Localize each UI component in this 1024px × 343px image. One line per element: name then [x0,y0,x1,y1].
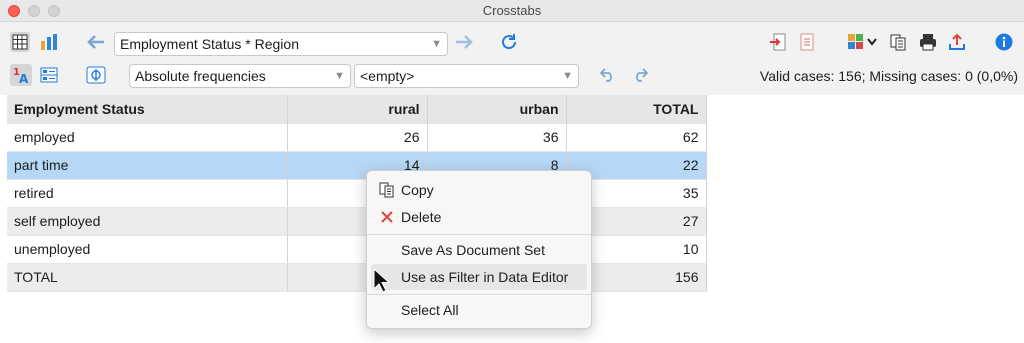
header-urban[interactable]: urban [427,95,567,124]
menu-item-delete[interactable]: Delete [371,204,587,230]
copy-table-icon[interactable] [888,32,908,52]
table-header-row: Employment Status rural urban TOTAL [7,95,707,124]
table-view-icon[interactable] [10,32,30,52]
row-label: retired [7,179,288,208]
refresh-icon[interactable] [498,31,520,53]
svg-text:A: A [19,72,29,85]
menu-item-label: Use as Filter in Data Editor [401,269,569,285]
menu-item-select-all[interactable]: Select All [371,297,587,323]
row-label: unemployed [7,235,288,264]
menu-item-copy[interactable]: Copy [371,177,587,203]
filter-dropdown[interactable]: <empty> ▼ [354,64,579,88]
table-selector-value: Employment Status * Region [120,36,299,52]
header-rural[interactable]: rural [287,95,428,124]
header-employment-status[interactable]: Employment Status [7,95,288,124]
sort-label-icon[interactable]: 1A [10,64,32,86]
case-count-status: Valid cases: 156; Missing cases: 0 (0,0%… [759,68,1018,84]
chevron-down-icon: ▼ [431,38,442,50]
table-selector-dropdown[interactable]: Employment Status * Region ▼ [114,32,448,56]
row-label: part time [7,151,288,180]
apps-dropdown-icon[interactable] [847,32,881,52]
cell-urban[interactable]: 36 [427,123,567,152]
cell-total[interactable]: 62 [566,123,707,152]
table-total-row[interactable]: TOTAL 156 [7,263,707,292]
table-row-selected[interactable]: part time 14 8 22 [7,151,707,180]
menu-separator [367,234,591,235]
table-row[interactable]: self employed 27 [7,207,707,236]
import-icon[interactable] [768,32,788,52]
toolbar: Employment Status * Region ▼ 1A Absolute… [0,22,1024,95]
export-upload-icon[interactable] [947,32,967,52]
menu-item-save-as-document-set[interactable]: Save As Document Set [371,237,587,263]
table-row[interactable]: employed 26 36 62 [7,123,707,152]
cell-rural[interactable]: 26 [287,123,428,152]
row-label: employed [7,123,288,152]
menu-item-label: Delete [401,209,442,225]
copy-icon [379,182,395,198]
window-title: Crosstabs [482,3,542,18]
info-icon[interactable] [994,32,1014,52]
chevron-down-icon: ▼ [562,70,573,82]
menu-item-label: Select All [401,302,459,318]
crosstab-table: Employment Status rural urban TOTAL empl… [7,95,707,292]
filter-value: <empty> [360,68,415,84]
statistics-phi-icon[interactable] [85,65,107,85]
chevron-down-icon: ▼ [334,70,345,82]
menu-separator [367,294,591,295]
header-total[interactable]: TOTAL [566,95,707,124]
back-arrow-icon[interactable] [86,33,106,51]
table-row[interactable]: unemployed 10 [7,235,707,264]
layout-options-icon[interactable] [39,65,59,85]
table-row[interactable]: retired 35 [7,179,707,208]
row-label: self employed [7,207,288,236]
redo-icon[interactable] [631,66,649,84]
menu-item-use-as-filter[interactable]: Use as Filter in Data Editor [371,264,587,290]
menu-item-label: Save As Document Set [401,242,545,258]
row-label: TOTAL [7,263,288,292]
delete-x-icon [379,209,395,225]
forward-arrow-icon[interactable] [453,33,475,51]
export-document-icon[interactable] [797,32,817,52]
frequency-type-dropdown[interactable]: Absolute frequencies ▼ [129,64,351,88]
window-titlebar: Crosstabs [0,0,1024,22]
context-menu: Copy Delete Save As Document Set Use as … [366,170,592,329]
frequency-type-value: Absolute frequencies [135,68,266,84]
undo-icon[interactable] [599,66,617,84]
mouse-cursor-icon [373,267,391,297]
print-icon[interactable] [918,32,938,52]
menu-item-label: Copy [401,182,434,198]
chart-view-icon[interactable] [38,32,60,52]
